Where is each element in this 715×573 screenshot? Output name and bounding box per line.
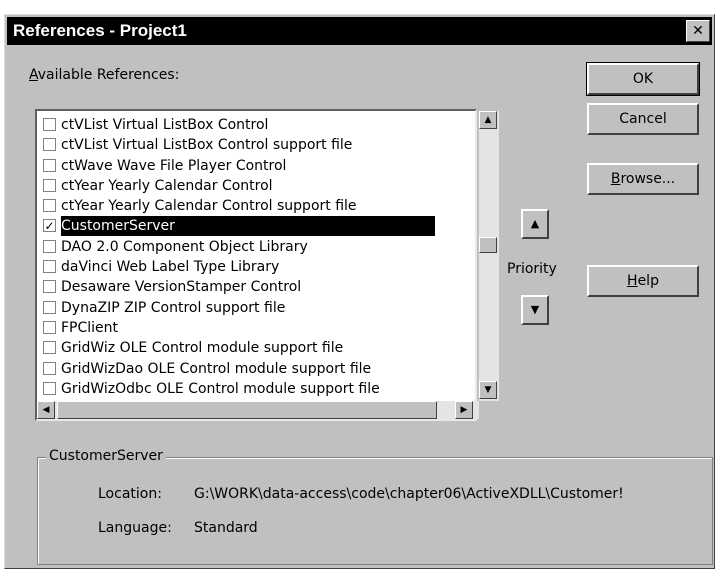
references-list: ctVList Virtual ListBox Control ctVList V… [39, 115, 469, 399]
details-group-title: CustomerServer [46, 448, 166, 464]
location-label: Location: [98, 486, 162, 502]
reference-item[interactable]: GridWizDao OLE Control module support fi… [39, 359, 469, 379]
reference-item[interactable]: ctVList Virtual ListBox Control support … [39, 135, 469, 155]
reference-checkbox[interactable] [43, 320, 56, 334]
reference-checkbox[interactable] [43, 239, 56, 253]
reference-label: DAO 2.0 Component Object Library [61, 238, 308, 255]
browse-hotkey: B [610, 171, 621, 187]
reference-item[interactable]: ctYear Yearly Calendar Control support f… [39, 196, 469, 216]
reference-label: GridWizDao OLE Control module support fi… [61, 360, 372, 377]
available-label-rest: vailable References: [37, 67, 180, 83]
reference-checkbox[interactable] [43, 178, 56, 192]
reference-item[interactable]: ctVList Virtual ListBox Control [39, 115, 469, 135]
reference-details-group: CustomerServer Location: G:\WORK\data-ac… [37, 448, 713, 565]
reference-item[interactable]: GridWizOdbc OLE Control module support f… [39, 379, 469, 399]
reference-label: DynaZIP ZIP Control support file [61, 299, 286, 316]
language-label: Language: [98, 520, 172, 536]
reference-checkbox[interactable] [43, 280, 56, 294]
reference-label: Desaware VersionStamper Control [61, 279, 302, 296]
language-value: Standard [194, 520, 258, 536]
vertical-scroll-track[interactable] [479, 111, 499, 401]
priority-down-button[interactable]: ▼ [521, 295, 549, 325]
scroll-right-button[interactable]: ▶ [455, 401, 473, 419]
location-value: G:\WORK\data-access\code\chapter06\Activ… [194, 486, 624, 502]
reference-checkbox[interactable] [43, 341, 56, 355]
reference-checkbox[interactable]: ✓ [43, 219, 56, 233]
reference-label: daVinci Web Label Type Library [61, 259, 280, 276]
reference-label: ctYear Yearly Calendar Control [61, 177, 273, 194]
reference-item[interactable]: daVinci Web Label Type Library [39, 257, 469, 277]
reference-label: CustomerServer [61, 216, 435, 237]
reference-item[interactable]: Desaware VersionStamper Control [39, 277, 469, 297]
reference-item[interactable]: FPClient [39, 318, 469, 338]
cancel-button[interactable]: Cancel [587, 103, 699, 135]
reference-item[interactable]: DynaZIP ZIP Control support file [39, 298, 469, 318]
priority-label: Priority [507, 261, 557, 277]
available-references-label: Available References: [29, 67, 179, 83]
reference-checkbox[interactable] [43, 138, 56, 152]
help-label: elp [637, 273, 659, 289]
horizontal-scroll-thumb[interactable] [57, 401, 437, 419]
reference-checkbox[interactable] [43, 361, 56, 375]
scroll-left-button[interactable]: ◀ [37, 401, 55, 419]
available-label-hotkey: A [29, 67, 38, 83]
help-hotkey: H [627, 273, 638, 289]
reference-label: GridWiz OLE Control module support file [61, 340, 344, 357]
reference-label: ctYear Yearly Calendar Control support f… [61, 198, 357, 215]
reference-item[interactable]: ctWave Wave File Player Control [39, 156, 469, 176]
browse-label: rowse... [620, 171, 676, 187]
reference-checkbox[interactable] [43, 300, 56, 314]
reference-checkbox[interactable] [43, 381, 56, 395]
reference-label: ctWave Wave File Player Control [61, 157, 287, 174]
reference-checkbox[interactable] [43, 199, 56, 213]
reference-label: ctVList Virtual ListBox Control support … [61, 137, 353, 154]
vertical-scroll-thumb[interactable] [479, 237, 497, 253]
reference-checkbox[interactable] [43, 158, 56, 172]
scroll-up-button[interactable]: ▲ [479, 111, 497, 129]
reference-item[interactable]: ✓ CustomerServer [39, 216, 469, 237]
scroll-down-button[interactable]: ▼ [479, 381, 497, 399]
dialog-title: References - Project1 [13, 21, 187, 40]
title-bar[interactable]: References - Project1 ✕ [7, 17, 712, 45]
reference-item[interactable]: GridWiz OLE Control module support file [39, 338, 469, 358]
priority-up-button[interactable]: ▲ [521, 209, 549, 239]
references-listbox[interactable]: ctVList Virtual ListBox Control ctVList V… [35, 109, 499, 421]
references-dialog: References - Project1 ✕ Available Refere… [4, 14, 715, 569]
ok-button[interactable]: OK [586, 62, 700, 96]
reference-label: ctVList Virtual ListBox Control [61, 117, 269, 133]
help-button[interactable]: Help [587, 265, 699, 297]
reference-checkbox[interactable] [43, 260, 56, 274]
reference-item[interactable]: ctYear Yearly Calendar Control [39, 176, 469, 196]
browse-button[interactable]: Browse... [587, 163, 699, 195]
close-icon[interactable]: ✕ [686, 20, 710, 42]
reference-label: FPClient [61, 319, 119, 336]
reference-checkbox[interactable] [43, 118, 56, 131]
reference-item[interactable]: DAO 2.0 Component Object Library [39, 237, 469, 257]
reference-label: GridWizOdbc OLE Control module support f… [61, 380, 380, 397]
